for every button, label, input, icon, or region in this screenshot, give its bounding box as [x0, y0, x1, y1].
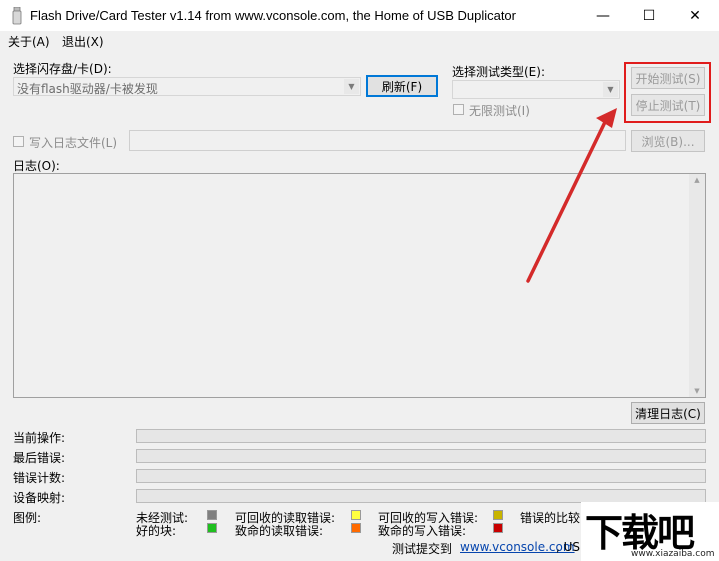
annotation-arrow	[526, 108, 617, 283]
